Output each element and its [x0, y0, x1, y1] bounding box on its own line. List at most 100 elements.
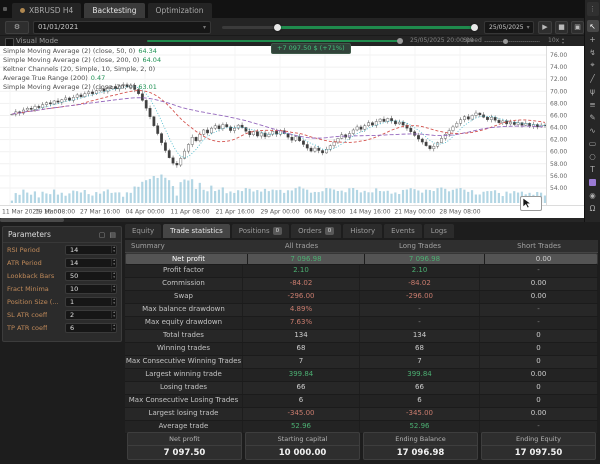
- parameter-stepper[interactable]: ▴ ▾: [111, 245, 116, 253]
- tab-orders[interactable]: Orders 0: [291, 224, 342, 238]
- svg-text:19 Mar 08:00: 19 Mar 08:00: [35, 209, 75, 216]
- collapse-dot-icon: [3, 7, 7, 11]
- crosshair-tool-icon[interactable]: +: [587, 33, 599, 45]
- price-chart[interactable]: 54.00 56.00 58.00 60.00 62.00 64.00 66.00 68.00…: [0, 43, 584, 218]
- parameter-row: ATR Period 14 ▴ ▾: [3, 256, 121, 269]
- speed-slider[interactable]: [484, 40, 540, 42]
- indicator-legend-row: Simple Moving Average (2) (close, 50, 0)…: [3, 47, 161, 56]
- row-value: 0.00: [480, 278, 598, 290]
- row-label: Net profit: [130, 253, 248, 265]
- table-row[interactable]: Total trades 134 134 0: [125, 330, 598, 343]
- parameter-input[interactable]: 1 ▴ ▾: [65, 296, 117, 307]
- parameter-stepper[interactable]: ▴ ▾: [111, 271, 116, 279]
- table-row[interactable]: Swap -296.00 -296.00 0.00: [125, 291, 598, 304]
- table-row[interactable]: Largest losing trade -345.00 -345.00 0.00: [125, 408, 598, 421]
- pitchfork-tool-icon[interactable]: ψ: [587, 85, 599, 97]
- table-row[interactable]: Winning trades 68 68 0: [125, 343, 598, 356]
- row-label: Largest winning trade: [125, 369, 243, 381]
- range-start-handle[interactable]: [274, 24, 281, 31]
- trend-arrow-tool-icon[interactable]: ↯: [587, 46, 599, 58]
- svg-text:06 May 08:00: 06 May 08:00: [304, 209, 345, 216]
- color-swatch-icon[interactable]: [587, 176, 599, 188]
- parameter-label: ATR Period: [7, 258, 42, 267]
- table-row[interactable]: Largest winning trade 399.84 399.84 0.00: [125, 369, 598, 382]
- fib-retracement-tool-icon[interactable]: ≡: [587, 98, 599, 110]
- table-row[interactable]: Max Consecutive Winning Trades 7 7 0: [125, 356, 598, 369]
- tab-backtesting[interactable]: Backtesting: [84, 3, 145, 18]
- table-row[interactable]: Commission -84.02 -84.02 0.00: [125, 278, 598, 291]
- parameter-input[interactable]: 6 ▴ ▾: [65, 322, 117, 333]
- table-row[interactable]: Max equity drawdown 7.63% - -: [125, 317, 598, 330]
- tab-history[interactable]: History: [343, 224, 383, 238]
- row-value: 68: [243, 343, 360, 355]
- card-value: 10 000.00: [278, 448, 327, 458]
- row-value: -: [360, 317, 480, 329]
- speed-handle[interactable]: [503, 38, 508, 44]
- card-label: Net profit: [128, 433, 241, 446]
- brush-tool-icon[interactable]: ✎: [587, 111, 599, 123]
- table-row[interactable]: Max Consecutive Losing Trades 6 6 0: [125, 395, 598, 408]
- settings-button[interactable]: ⚙: [5, 20, 29, 34]
- parameter-stepper[interactable]: ▴ ▾: [111, 258, 116, 266]
- save-icon[interactable]: ▤: [109, 231, 116, 239]
- summary-card: Ending Balance 17 096.98: [363, 432, 478, 460]
- svg-text:14 May 16:00: 14 May 16:00: [349, 209, 390, 216]
- anchor-point-tool-icon[interactable]: ⌖: [587, 59, 599, 71]
- trendline-tool-icon[interactable]: ╱: [587, 72, 599, 84]
- summary-cards: Net profit 7 097.50 Starting capital 10 000…: [127, 432, 596, 460]
- tab-logs[interactable]: Logs: [423, 224, 454, 238]
- window-tabbar: XBRUSD H4 Backtesting Optimization: [0, 0, 600, 18]
- panel-button[interactable]: ▣: [571, 20, 584, 34]
- monitor-icon[interactable]: ▢: [99, 231, 106, 239]
- tab-trade-statistics[interactable]: Trade statistics: [163, 224, 230, 238]
- end-date-select[interactable]: 25/05/2025 ▾: [484, 20, 534, 34]
- tab-symbol[interactable]: XBRUSD H4: [12, 3, 82, 18]
- card-label: Ending Equity: [482, 433, 595, 446]
- toolbar-more-button[interactable]: ⋮: [586, 2, 599, 16]
- tab-optimization[interactable]: Optimization: [147, 3, 212, 18]
- parameter-stepper[interactable]: ▴ ▾: [111, 284, 116, 292]
- screenshot-tool-icon[interactable]: ◉: [587, 189, 599, 201]
- parameter-stepper[interactable]: ▴ ▾: [111, 310, 116, 318]
- pattern-tool-icon[interactable]: ∿: [587, 124, 599, 136]
- magnet-tool-icon[interactable]: Ω: [587, 202, 599, 214]
- table-row[interactable]: Losing trades 66 66 0: [125, 382, 598, 395]
- indicator-legend-row: Keltner Channels (20, Simple, 10, Simple…: [3, 65, 161, 74]
- tab-badge: 0: [324, 227, 335, 235]
- parameter-input[interactable]: 10 ▴ ▾: [65, 283, 117, 294]
- tab-events[interactable]: Events: [384, 224, 422, 238]
- parameter-stepper[interactable]: ▴ ▾: [111, 297, 116, 305]
- ellipse-tool-icon[interactable]: ○: [587, 150, 599, 162]
- parameter-row: Lookback Bars 50 ▴ ▾: [3, 269, 121, 282]
- table-row[interactable]: Net profit 7 096.98 7 096.98 0.00: [125, 253, 598, 265]
- cursor-tool-icon[interactable]: ↖: [586, 20, 599, 32]
- tab-positions[interactable]: Positions 0: [231, 224, 290, 238]
- parameter-input[interactable]: 14 ▴ ▾: [65, 257, 117, 268]
- playhead-handle[interactable]: [397, 38, 403, 44]
- parameter-input[interactable]: 50 ▴ ▾: [65, 270, 117, 281]
- tab-label: Positions: [238, 227, 270, 235]
- row-value: -84.02: [243, 278, 360, 290]
- indicator-value: 63.01: [138, 83, 157, 91]
- table-row[interactable]: Profit factor 2.10 2.10-: [125, 265, 598, 278]
- row-value: 134: [360, 330, 480, 342]
- text-tool-icon[interactable]: T: [587, 163, 599, 175]
- speed-stepper[interactable]: ▴ ▾: [562, 37, 564, 45]
- parameter-value: 2: [70, 310, 75, 319]
- playhead-track[interactable]: [147, 40, 400, 42]
- rectangle-tool-icon[interactable]: ▭: [587, 137, 599, 149]
- parameter-input[interactable]: 2 ▴ ▾: [65, 309, 117, 320]
- more-icon: ⋮: [589, 5, 596, 13]
- range-end-handle[interactable]: [471, 24, 478, 31]
- svg-text:54.00: 54.00: [550, 185, 567, 192]
- start-date-select[interactable]: 01/01/2021 ▾: [33, 20, 211, 34]
- tab-equity[interactable]: Equity: [125, 224, 162, 238]
- parameter-input[interactable]: 14 ▴ ▾: [65, 244, 117, 255]
- table-row[interactable]: Max balance drawdown 4.89% - -: [125, 304, 598, 317]
- stop-button[interactable]: ■: [555, 20, 568, 34]
- parameter-stepper[interactable]: ▴ ▾: [111, 323, 116, 331]
- row-value: 7.63%: [243, 317, 360, 329]
- summary-card: Net profit 7 097.50: [127, 432, 242, 460]
- speed-label: Speed: [463, 37, 482, 44]
- play-button[interactable]: ▶: [538, 20, 552, 34]
